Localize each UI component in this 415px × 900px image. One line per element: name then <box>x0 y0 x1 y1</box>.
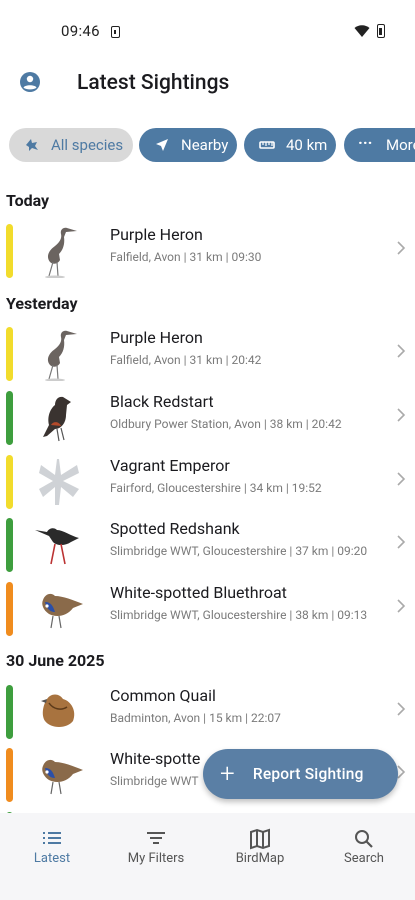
bluethroat-image <box>42 593 83 629</box>
bottom-navigation: Latest My Filters BirdMap Search <box>0 813 415 900</box>
species-name: Purple Heron <box>110 328 203 347</box>
report-sighting-label: Report Sighting <box>252 765 364 783</box>
nav-label: My Filters <box>127 851 185 866</box>
status-bar-indicator <box>6 748 13 802</box>
status-bar-indicator <box>6 224 13 278</box>
species-name: Purple Heron <box>110 225 203 244</box>
sighting-row[interactable]: Vagrant Emperor Fairford, Gloucestershir… <box>0 453 415 509</box>
status-time: 09:46 <box>61 22 100 40</box>
section-header: Yesterday <box>6 294 78 313</box>
status-bar-indicator <box>6 327 13 381</box>
status-bar-indicator <box>6 518 13 572</box>
chip-label: 40 km <box>286 136 328 154</box>
nav-my-filters[interactable]: My Filters <box>104 813 208 900</box>
filter-icon <box>147 832 165 844</box>
status-bar-indicator <box>6 582 13 636</box>
quail-image <box>41 694 75 727</box>
sighting-row[interactable]: Purple Heron Falfield, Avon | 31 km | 09… <box>0 222 415 278</box>
species-name: White-spotte <box>110 749 201 768</box>
chevron-right-icon <box>397 472 406 486</box>
sighting-row[interactable]: White-spotted Bluethroat Slimbridge WWT,… <box>0 580 415 636</box>
chip-more[interactable]: ··· More <box>344 128 415 162</box>
chevron-right-icon <box>397 599 406 613</box>
redstart-image <box>43 396 71 442</box>
sighting-detail: Badminton, Avon | 15 km | 22:07 <box>110 711 281 725</box>
app-bar: Latest Sightings <box>0 62 415 108</box>
species-name: Vagrant Emperor <box>110 456 230 475</box>
species-name: White-spotted Bluethroat <box>110 583 287 602</box>
nav-search[interactable]: Search <box>312 813 415 900</box>
status-bar-indicator <box>6 455 13 509</box>
status-bar-indicator <box>6 685 13 739</box>
species-name: Spotted Redshank <box>110 519 240 538</box>
sighting-detail: Oldbury Power Station, Avon | 38 km | 20… <box>110 417 342 431</box>
chip-nearby[interactable]: Nearby <box>139 128 237 162</box>
sighting-detail: Slimbridge WWT <box>110 774 199 788</box>
battery-icon <box>377 24 385 38</box>
plus-icon: + <box>220 759 235 789</box>
chip-label: More <box>386 136 415 154</box>
report-sighting-button[interactable]: + Report Sighting <box>203 749 398 799</box>
sighting-row[interactable]: Common Quail Badminton, Avon | 15 km | 2… <box>0 683 415 739</box>
filter-chip-bar[interactable]: All species Nearby 40 km ··· More <box>0 128 415 164</box>
nav-label: BirdMap <box>235 851 285 866</box>
sighting-row[interactable]: Black Redstart Oldbury Power Station, Av… <box>0 389 415 445</box>
map-icon <box>250 828 270 850</box>
sighting-detail: Slimbridge WWT, Gloucestershire | 37 km … <box>110 544 368 558</box>
chevron-right-icon <box>397 241 406 255</box>
nav-label: Latest <box>33 851 71 866</box>
sim-icon <box>111 26 120 38</box>
nav-latest[interactable]: Latest <box>0 813 104 900</box>
species-name: Black Redstart <box>110 392 214 411</box>
chip-all-species[interactable]: All species <box>9 128 133 162</box>
more-dots-icon: ··· <box>358 133 373 152</box>
sighting-detail: Slimbridge WWT, Gloucestershire | 38 km … <box>110 608 368 622</box>
status-bar: 09:46 <box>0 0 415 62</box>
dragonfly-silhouette-image <box>39 459 79 505</box>
chevron-right-icon <box>397 702 406 716</box>
chevron-right-icon <box>397 408 406 422</box>
chip-label: Nearby <box>181 136 229 154</box>
chip-distance[interactable]: 40 km <box>244 128 336 162</box>
chip-label: All species <box>51 136 124 154</box>
chevron-right-icon <box>397 535 406 549</box>
wifi-icon <box>354 25 370 37</box>
sighting-detail: Falfield, Avon | 31 km | 20:42 <box>110 353 262 367</box>
redshank-image <box>35 528 79 565</box>
nav-birdmap[interactable]: BirdMap <box>208 813 312 900</box>
status-bar-indicator <box>6 391 13 445</box>
bluethroat-image <box>42 759 83 795</box>
page-title: Latest Sightings <box>77 71 230 95</box>
section-header: 30 June 2025 <box>6 651 105 670</box>
species-name: Common Quail <box>110 686 216 705</box>
sighting-detail: Fairford, Gloucestershire | 34 km | 19:5… <box>110 481 322 495</box>
bird-icon <box>26 139 38 151</box>
ruler-icon <box>259 141 275 149</box>
sighting-row[interactable]: Spotted Redshank Slimbridge WWT, Glouces… <box>0 516 415 572</box>
sighting-row[interactable]: Purple Heron Falfield, Avon | 31 km | 20… <box>0 325 415 381</box>
nav-label: Search <box>344 851 384 866</box>
search-icon <box>355 830 373 848</box>
account-icon[interactable] <box>18 70 42 94</box>
chevron-right-icon <box>397 344 406 358</box>
list-icon <box>43 832 61 844</box>
navigation-arrow-icon <box>156 139 168 151</box>
section-header: Today <box>6 191 50 210</box>
heron-image <box>45 330 77 381</box>
sighting-detail: Falfield, Avon | 31 km | 09:30 <box>110 250 262 264</box>
heron-image <box>45 227 77 278</box>
